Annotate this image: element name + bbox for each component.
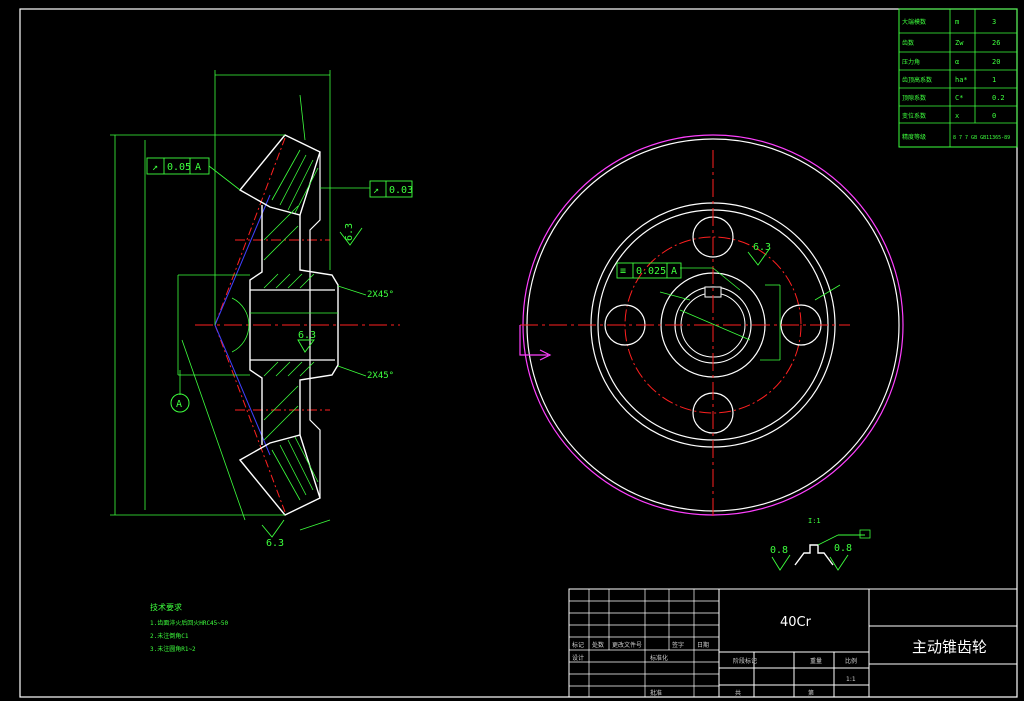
- gear-parameter-table: 大端模数 m 3 齿数 Zw 26 压力角 α 20 齿顶高系数 ha* 1 顶隙系数 C* 0.2 变位系数…: [898, 8, 1018, 148]
- tol-datum-left: A: [195, 162, 201, 173]
- detail-roughness-a: 0.8: [770, 545, 788, 556]
- tb-label-designer: 设计: [572, 654, 584, 662]
- roughness-value-c: 6.3: [266, 538, 284, 549]
- param-name: 顶隙系数: [902, 94, 926, 102]
- tech-notes-heading: 技术要求: [150, 602, 182, 612]
- section-view: A ↗ 0.05 A ↗ 0.03 6.3 6.3 6.3 2X45° 2X45…: [110, 70, 413, 549]
- param-name: 齿数: [902, 39, 914, 47]
- svg-text:↗: ↗: [373, 185, 379, 196]
- lower-tooth-hatch: [271, 436, 319, 501]
- roughness-value-a: 6.3: [344, 223, 355, 241]
- tb-label-sheet-of: 第: [808, 689, 814, 697]
- param-value: 0: [992, 112, 996, 120]
- roughness-symbol-b: [297, 339, 315, 353]
- tb-label-weight: 重量: [810, 657, 822, 665]
- svg-text:↗: ↗: [152, 162, 158, 173]
- tech-note-1: 1.齿面淬火后回火HRC45~50: [150, 619, 229, 627]
- tech-note-2: 2.未注倒角C1: [150, 632, 189, 640]
- tb-label-scale: 比例: [845, 657, 857, 665]
- hub-hatch: [263, 205, 315, 441]
- tb-label-file: 更改文件号: [612, 641, 642, 649]
- param-symbol: C*: [955, 94, 963, 102]
- svg-text:≡: ≡: [620, 266, 626, 277]
- param-value: 1: [992, 76, 996, 84]
- technical-requirements: 技术要求 1.齿面淬火后回火HRC45~50 2.未注倒角C1 3.未注圆角R1…: [150, 602, 229, 653]
- chamfer-label-b: 2X45°: [367, 371, 394, 381]
- detail-profile: [794, 544, 834, 566]
- detail-roughness-b: 0.8: [834, 543, 852, 554]
- tol-value-left: 0.05: [167, 162, 191, 173]
- drawing-frame: [19, 8, 1018, 698]
- detail-view: I:1 0.8 0.8: [770, 517, 871, 571]
- param-name: 压力角: [902, 58, 920, 66]
- param-symbol: x: [955, 112, 959, 120]
- param-symbol: α: [955, 58, 959, 66]
- front-view: ≡ 0.025 A 6.3: [519, 134, 904, 520]
- param-value: 26: [992, 39, 1000, 47]
- tol-datum-round: A: [671, 266, 677, 277]
- upper-tooth-hatch: [271, 149, 319, 214]
- param-value: 8 7 7 GB GB11365-89: [953, 135, 1010, 141]
- param-name: 大端模数: [902, 18, 926, 26]
- tb-label-approve: 批准: [650, 689, 662, 697]
- tol-value-round: 0.025: [636, 266, 666, 277]
- param-name: 变位系数: [902, 112, 926, 120]
- roughness-symbol-c: [261, 519, 285, 538]
- param-value: 0.2: [992, 94, 1005, 102]
- upper-tooth-outline: [238, 134, 321, 216]
- tb-label-mark: 标记: [572, 641, 584, 649]
- param-value: 3: [992, 18, 996, 26]
- tol-value-right: 0.03: [389, 185, 413, 196]
- tb-label-sign: 签字: [672, 641, 684, 649]
- param-value: 20: [992, 58, 1000, 66]
- param-symbol: Zw: [955, 39, 964, 47]
- tb-label-stage: 阶段标记: [733, 657, 757, 665]
- roughness-value-b: 6.3: [298, 330, 316, 341]
- param-name: 精度等级: [902, 133, 926, 141]
- param-symbol: ha*: [955, 76, 968, 84]
- tb-label-standard: 标准化: [650, 654, 668, 662]
- roughness-value-d: 6.3: [753, 242, 771, 253]
- cad-drawing-canvas: A ↗ 0.05 A ↗ 0.03 6.3 6.3 6.3 2X45° 2X45…: [19, 8, 1018, 698]
- lower-tooth-outline: [238, 434, 321, 516]
- chamfer-label-a: 2X45°: [367, 290, 394, 300]
- datum-letter: A: [176, 399, 182, 410]
- tb-scale-value: 1:1: [846, 676, 856, 683]
- part-name: 主动锥齿轮: [912, 638, 987, 656]
- tb-label-date: 日期: [697, 641, 709, 649]
- param-symbol: m: [955, 18, 959, 26]
- tb-label-sheet: 共: [735, 689, 741, 697]
- param-name: 齿顶高系数: [902, 76, 932, 84]
- detail-scale: I:1: [808, 517, 821, 525]
- tech-note-3: 3.未注圆角R1~2: [150, 645, 196, 653]
- material-label: 40Cr: [780, 615, 812, 630]
- tb-label-count: 处数: [592, 641, 604, 649]
